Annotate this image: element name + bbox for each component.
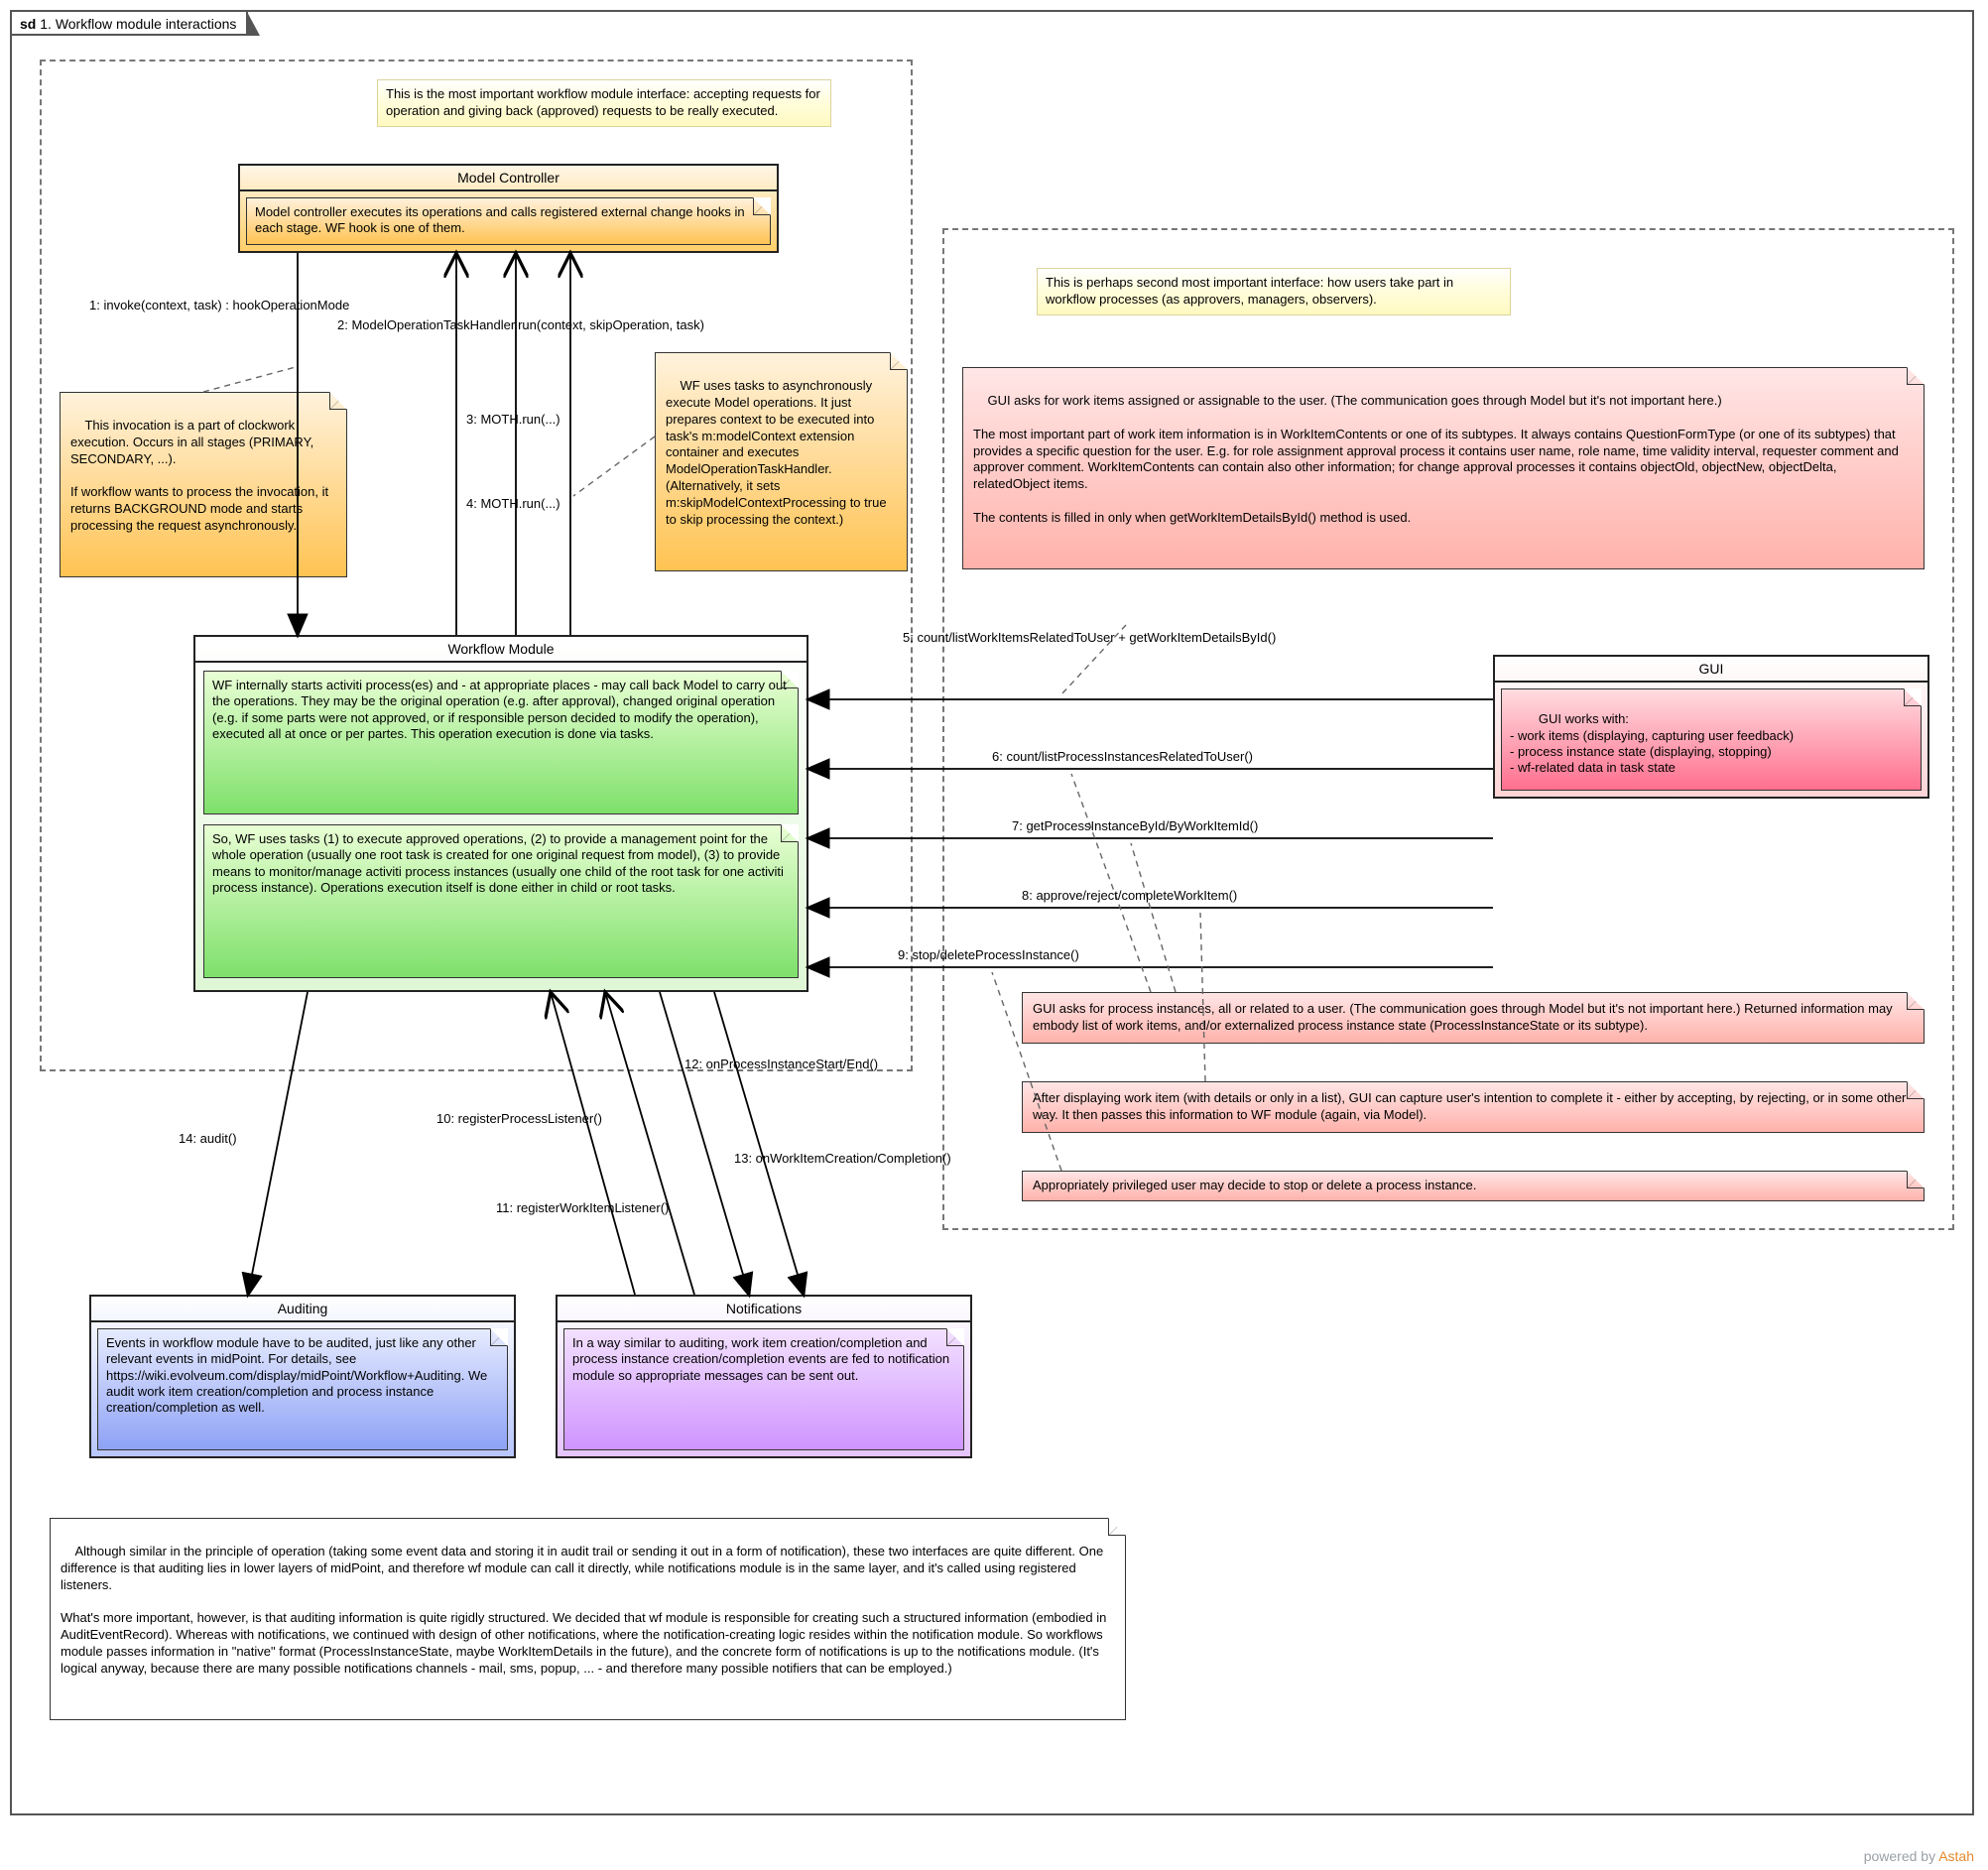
fold-icon (781, 671, 799, 688)
auditing-note-text: Events in workflow module have to be aud… (106, 1335, 487, 1415)
sd-index: 1. (40, 16, 52, 32)
note-gui-procinst-text: GUI asks for process instances, all or r… (1033, 1001, 1893, 1033)
model-controller-note-text: Model controller executes its operations… (255, 204, 745, 235)
sd-title: Workflow module interactions (56, 16, 237, 32)
gui-title: GUI (1495, 657, 1927, 683)
footer-prefix: powered by (1864, 1848, 1939, 1864)
note-gui-stop-text: Appropriately privileged user may decide… (1033, 1178, 1476, 1192)
gui-note-text: GUI works with: - work items (displaying… (1510, 711, 1794, 775)
note-invoke-text: This invocation is a part of clockwork e… (70, 418, 332, 533)
msg-8: 8: approve/reject/completeWorkItem() (1022, 888, 1237, 903)
diagram-title-tab: sd 1. Workflow module interactions (10, 10, 248, 36)
msg-5: 5: count/listWorkItemsRelatedToUser + ge… (903, 630, 1276, 645)
participant-auditing: Auditing Events in workflow module have … (89, 1295, 516, 1458)
note-wf-tasks-text: WF uses tasks to asynchronously execute … (666, 378, 890, 527)
msg-10: 10: registerProcessListener() (436, 1111, 602, 1126)
note-bottom: Although similar in the principle of ope… (50, 1518, 1126, 1720)
fold-icon (1904, 688, 1922, 706)
workflow-note-2: So, WF uses tasks (1) to execute approve… (203, 824, 799, 978)
notifications-note: In a way similar to auditing, work item … (563, 1328, 964, 1450)
fold-icon (1907, 367, 1925, 385)
auditing-note: Events in workflow module have to be aud… (97, 1328, 508, 1450)
msg-9: 9: stop/deleteProcessInstance() (898, 947, 1079, 962)
fold-icon (1907, 1081, 1925, 1099)
participant-notifications: Notifications In a way similar to auditi… (556, 1295, 972, 1458)
model-controller-note: Model controller executes its operations… (246, 197, 771, 245)
workflow-note-2-text: So, WF uses tasks (1) to execute approve… (212, 831, 784, 895)
fold-icon (781, 824, 799, 842)
participant-gui: GUI GUI works with: - work items (displa… (1493, 655, 1929, 799)
note-gui-stop: Appropriately privileged user may decide… (1022, 1171, 1925, 1201)
note-gui-complete: After displaying work item (with details… (1022, 1081, 1925, 1133)
workflow-note-1: WF internally starts activiti process(es… (203, 671, 799, 814)
sd-prefix: sd (20, 16, 36, 32)
fold-icon (1907, 992, 1925, 1010)
msg-7: 7: getProcessInstanceById/ByWorkItemId() (1012, 818, 1258, 833)
notifications-note-text: In a way similar to auditing, work item … (572, 1335, 949, 1383)
msg-14: 14: audit() (179, 1131, 237, 1146)
fold-icon (753, 197, 771, 215)
fold-icon (1108, 1518, 1126, 1536)
fold-icon (1907, 1171, 1925, 1188)
note-gui-procinst: GUI asks for process instances, all or r… (1022, 992, 1925, 1044)
note-invoke: This invocation is a part of clockwork e… (60, 392, 347, 577)
msg-11: 11: registerWorkItemListener() (496, 1200, 669, 1215)
fold-icon (946, 1328, 964, 1346)
notifications-title: Notifications (558, 1297, 970, 1322)
note-gui-big-text: GUI asks for work items assigned or assi… (973, 393, 1902, 525)
sticky-left: This is the most important workflow modu… (377, 79, 831, 127)
sticky-right: This is perhaps second most important in… (1037, 268, 1511, 315)
participant-workflow-module: Workflow Module WF internally starts act… (193, 635, 808, 992)
msg-13: 13: onWorkItemCreation/Completion() (734, 1151, 951, 1166)
msg-12: 12: onProcessInstanceStart/End() (684, 1057, 878, 1071)
gui-note: GUI works with: - work items (displaying… (1501, 688, 1922, 791)
fold-icon (329, 392, 347, 410)
msg-2: 2: ModelOperationTaskHandler.run(context… (337, 317, 704, 332)
msg-6: 6: count/listProcessInstancesRelatedToUs… (992, 749, 1253, 764)
footer: powered by Astah (1864, 1848, 1974, 1864)
note-wf-tasks: WF uses tasks to asynchronously execute … (655, 352, 908, 571)
fold-icon (490, 1328, 508, 1346)
note-gui-big: GUI asks for work items assigned or assi… (962, 367, 1925, 569)
diagram-canvas: sd 1. Workflow module interactions This … (0, 0, 1988, 1870)
auditing-title: Auditing (91, 1297, 514, 1322)
fold-icon (890, 352, 908, 370)
note-gui-complete-text: After displaying work item (with details… (1033, 1090, 1906, 1122)
workflow-note-1-text: WF internally starts activiti process(es… (212, 678, 787, 741)
footer-brand: Astah (1938, 1848, 1974, 1864)
msg-1: 1: invoke(context, task) : hookOperation… (89, 298, 349, 312)
msg-3: 3: MOTH.run(...) (466, 412, 560, 427)
participant-model-controller: Model Controller Model controller execut… (238, 164, 779, 253)
workflow-module-title: Workflow Module (195, 637, 807, 663)
note-bottom-text: Although similar in the principle of ope… (61, 1544, 1109, 1676)
msg-4: 4: MOTH.run(...) (466, 496, 560, 511)
model-controller-title: Model Controller (240, 166, 777, 191)
